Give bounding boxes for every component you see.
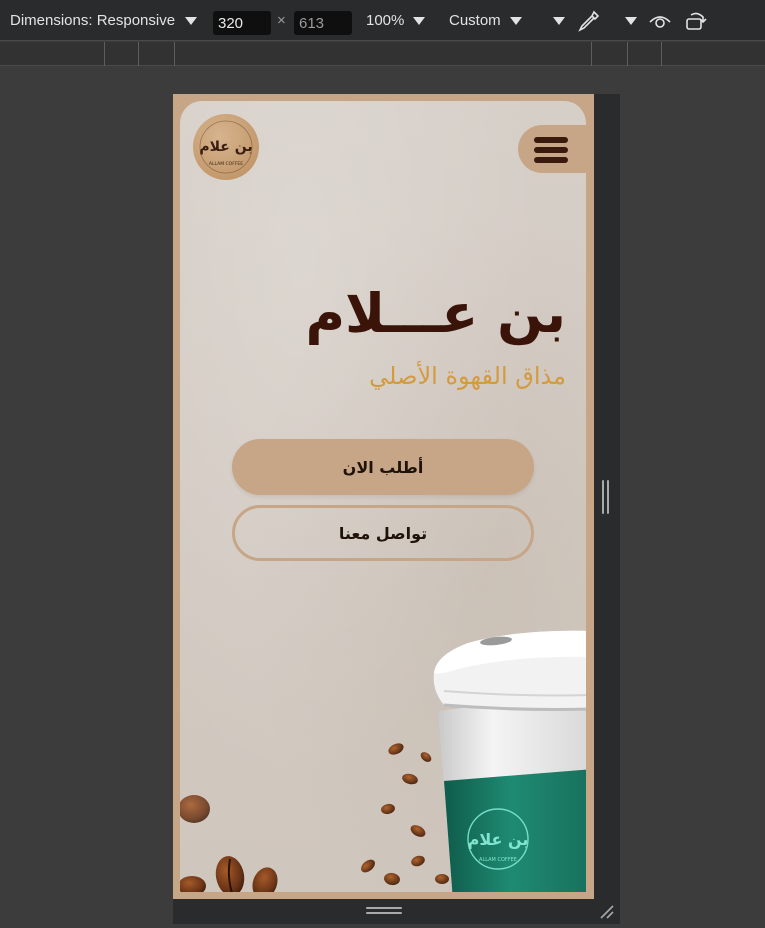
logo-emblem-icon: بن علام ALLAM COFFEE (199, 120, 253, 174)
breakpoint-tick[interactable] (104, 42, 105, 66)
right-resize-handle[interactable] (594, 94, 620, 924)
more-options-dropdown[interactable] (553, 0, 565, 41)
chevron-down-icon (509, 16, 522, 25)
coffee-cup-image: بن علام ALLAM COFFEE (361, 630, 586, 892)
chevron-down-icon (625, 16, 637, 25)
hamburger-menu-icon[interactable] (534, 137, 568, 163)
device-viewport: بن علام ALLAM COFFEE بن عـــلام مذاق الق… (173, 94, 594, 899)
device-menu-dropdown[interactable] (625, 0, 637, 41)
zoom-label: 100% (366, 12, 405, 29)
breakpoint-tick[interactable] (591, 42, 592, 66)
breakpoint-tick[interactable] (627, 42, 628, 66)
width-input[interactable]: 320 (213, 11, 271, 35)
hero-section: بن علام ALLAM COFFEE بن عـــلام مذاق الق… (180, 101, 586, 892)
eye-icon[interactable] (647, 9, 673, 33)
logo-subtext: ALLAM COFFEE (209, 161, 243, 167)
rotate-device-icon[interactable] (683, 9, 709, 33)
times-sign: × (277, 12, 286, 29)
media-query-bar (0, 42, 765, 66)
throttle-label: Custom (449, 12, 501, 29)
height-value: 613 (299, 14, 325, 32)
width-value: 320 (218, 14, 244, 32)
coffee-beans-image (180, 795, 278, 892)
throttle-dropdown[interactable]: Custom (449, 0, 522, 41)
device-toolbar: Dimensions: Responsive 320 × 613 100% Cu… (0, 0, 765, 41)
chevron-down-icon (413, 16, 426, 25)
bottom-resize-handle[interactable] (173, 899, 620, 924)
chevron-down-icon (553, 16, 565, 25)
device-frame: بن علام ALLAM COFFEE بن عـــلام مذاق الق… (173, 94, 620, 924)
eyedropper-icon[interactable] (576, 9, 602, 33)
breakpoint-tick[interactable] (661, 42, 662, 66)
cup-logo-subtext: ALLAM COFFEE (479, 857, 517, 863)
chevron-down-icon (185, 16, 198, 25)
logo-text: بن علام (199, 139, 252, 155)
zoom-dropdown[interactable]: 100% (366, 0, 426, 41)
corner-resize-icon[interactable] (597, 902, 615, 920)
drag-handle-icon (602, 480, 610, 514)
drag-handle-icon (366, 907, 402, 915)
breakpoint-tick[interactable] (174, 42, 175, 66)
height-input[interactable]: 613 (294, 11, 352, 35)
hero-title: بن عـــلام (305, 282, 566, 345)
breakpoint-tick[interactable] (138, 42, 139, 66)
cup-logo-text: بن علام (468, 830, 529, 849)
dimensions-label: Dimensions: Responsive (10, 12, 176, 29)
contact-us-button[interactable]: تواصل معنا (232, 505, 534, 561)
menu-tab (518, 125, 586, 173)
brand-logo[interactable]: بن علام ALLAM COFFEE (193, 114, 259, 180)
order-now-button[interactable]: أطلب الان (232, 439, 534, 495)
hero-subtitle: مذاق القهوة الأصلي (369, 362, 566, 390)
dimensions-dropdown[interactable]: Dimensions: Responsive (10, 0, 198, 41)
